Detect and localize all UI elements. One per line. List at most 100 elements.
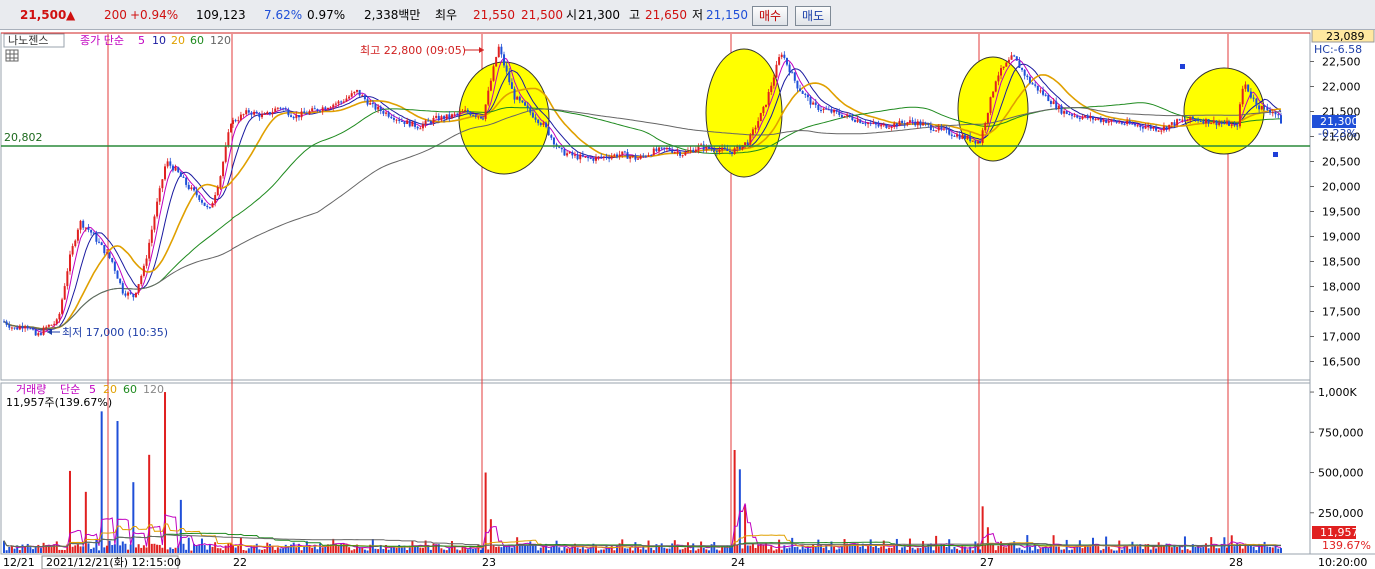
candle-body <box>534 117 537 120</box>
candle-body <box>237 120 240 122</box>
candle-body <box>395 119 398 121</box>
candle-body <box>780 54 783 58</box>
candle-body <box>1073 115 1076 117</box>
candle-body <box>634 155 637 160</box>
candle-body <box>1210 123 1213 125</box>
candle-body <box>914 121 917 126</box>
volume-bar <box>911 547 914 553</box>
volume-bar <box>1155 548 1158 553</box>
volume-bar <box>21 544 24 553</box>
volume-bar <box>311 547 314 553</box>
legend-ma-label: 종가 단순 <box>80 34 124 47</box>
candle-body <box>61 299 64 314</box>
candle-body <box>342 101 345 103</box>
volume-bar <box>1086 545 1089 553</box>
volume-bar <box>835 549 838 553</box>
volume-bar <box>1215 548 1218 553</box>
candle-body <box>185 177 188 185</box>
candle-body <box>63 286 66 300</box>
volume-bar <box>587 549 590 553</box>
candle-body <box>1036 85 1039 91</box>
candle-body <box>694 149 697 153</box>
volume-bar <box>1128 548 1131 553</box>
candle-body <box>872 122 875 124</box>
volume-bar <box>1236 542 1239 553</box>
volume-bar <box>279 548 282 553</box>
volume-bar <box>34 547 37 553</box>
candle-body <box>489 80 492 91</box>
reference-line-label: 20,802 <box>4 131 43 144</box>
volume-bar <box>650 547 653 553</box>
volume-bar <box>363 549 366 553</box>
current-volume-pct: 139.67% <box>1322 539 1371 552</box>
candle-body <box>726 148 729 152</box>
candle-body <box>961 135 964 139</box>
candle-body <box>53 323 56 325</box>
volume-bar <box>198 545 201 553</box>
candle-body <box>1044 94 1047 96</box>
candle-body <box>793 72 796 81</box>
candle-body <box>419 128 422 130</box>
volume-bar <box>148 454 151 553</box>
candle-body <box>92 232 95 234</box>
candle-body <box>788 64 791 73</box>
candle-body <box>113 261 116 271</box>
candle-body <box>1220 122 1223 124</box>
volume-bar <box>869 539 872 553</box>
buy-button[interactable]: 매수 <box>752 6 789 26</box>
candle-body <box>1191 116 1194 119</box>
candle-body <box>1023 69 1026 76</box>
volume-bar <box>8 546 11 553</box>
candle-body <box>1005 62 1008 67</box>
volume-bar <box>1271 547 1274 553</box>
candle-body <box>924 123 927 125</box>
volume-bar <box>1081 548 1084 553</box>
candle-body <box>1091 116 1094 120</box>
candle-body <box>1263 105 1266 107</box>
legend-source[interactable]: 나노젠스 <box>8 34 48 47</box>
candle-body <box>58 313 61 320</box>
candle-body <box>1260 105 1263 110</box>
volume-bar <box>602 549 605 553</box>
volume-bar <box>353 549 356 553</box>
candle-body <box>411 121 414 127</box>
candle-body <box>153 216 156 230</box>
candle-body <box>10 327 13 329</box>
volume-bar <box>1181 549 1184 553</box>
volume-bar <box>187 537 190 553</box>
candle-body <box>775 64 778 78</box>
candle-body <box>796 80 799 89</box>
price-tick-label: 17,500 <box>1322 306 1361 319</box>
volume-bar <box>579 548 582 553</box>
volume-bar <box>513 546 516 553</box>
time-axis-day-27: 27 <box>980 556 994 569</box>
volume-bar <box>185 549 188 553</box>
candle-body <box>1207 119 1210 124</box>
candle-body <box>1173 122 1176 126</box>
candle-body <box>45 326 48 328</box>
volume-bar <box>1247 545 1250 553</box>
price-change-pct: +0.94% <box>130 8 179 22</box>
candle-body <box>1238 104 1241 127</box>
volume-bar <box>295 547 298 553</box>
grid-icon[interactable] <box>5 49 19 62</box>
volume-bar <box>321 547 324 553</box>
candle-body <box>623 151 626 153</box>
candle-body <box>1168 124 1171 130</box>
candle-body <box>379 106 382 112</box>
volume-bar <box>158 544 161 553</box>
volume-bar <box>989 544 992 553</box>
volume-bar <box>780 549 783 553</box>
volume-tick-label: 750,000 <box>1318 426 1364 439</box>
volume-bar <box>767 549 770 553</box>
legend-ma120: 120 <box>210 34 231 47</box>
current-price: 21,500 <box>20 8 67 22</box>
candle-body <box>371 103 374 105</box>
volume-bar <box>890 547 893 553</box>
stock-chart[interactable]: 16,500 17,000 17,500 18,000 18,500 19,000 19,5… <box>0 30 1375 569</box>
sell-button[interactable]: 매도 <box>795 6 832 26</box>
volume-bar <box>770 546 773 553</box>
current-volume-badge: 11,957 <box>1320 526 1359 539</box>
candle-body <box>3 321 5 323</box>
candle-body <box>1241 88 1244 105</box>
